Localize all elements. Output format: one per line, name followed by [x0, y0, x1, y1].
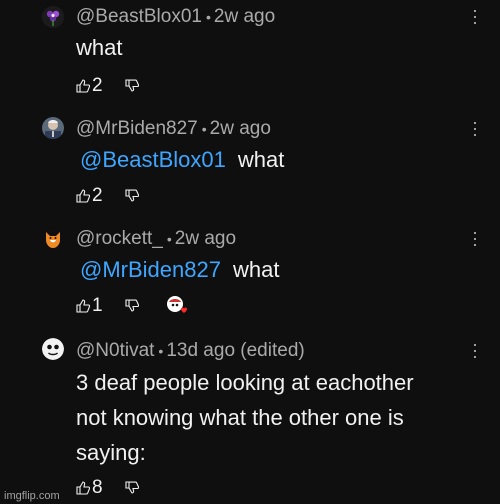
- comment-line: 3 deaf people looking at eachother: [76, 370, 414, 395]
- dislike-icon[interactable]: [125, 79, 139, 93]
- meta-separator: •: [166, 230, 172, 247]
- avatar[interactable]: [42, 117, 64, 139]
- comment-handle[interactable]: @BeastBlox01: [76, 6, 202, 27]
- like-icon[interactable]: [76, 189, 90, 203]
- comment-time[interactable]: 2w ago: [175, 228, 236, 249]
- more-options-icon[interactable]: [472, 232, 478, 246]
- mention-link[interactable]: @MrBiden827: [80, 257, 221, 282]
- like-count: 8: [92, 477, 103, 498]
- meta-separator: •: [205, 8, 211, 25]
- more-options-icon[interactable]: [472, 344, 478, 358]
- comment-body: what: [76, 35, 123, 60]
- comment-text: 3 deaf people looking at eachother not k…: [76, 365, 414, 470]
- person-photo-avatar-icon: [42, 117, 64, 139]
- like-count: 2: [92, 185, 103, 206]
- more-options-icon[interactable]: [472, 122, 478, 136]
- comment-text: what: [76, 32, 122, 64]
- avatar[interactable]: [42, 228, 64, 250]
- comment-body: what: [232, 257, 280, 282]
- avatar[interactable]: [42, 338, 64, 360]
- comment-line: not knowing what the other one is: [76, 405, 404, 430]
- like-count: 1: [92, 295, 103, 316]
- comment-handle[interactable]: @N0tivat: [76, 340, 154, 361]
- comment-line: saying:: [76, 440, 146, 465]
- like-icon[interactable]: [76, 79, 90, 93]
- like-icon[interactable]: [76, 299, 90, 313]
- comment-text: @MrBiden827 what: [76, 254, 279, 286]
- comment-body: what: [237, 147, 285, 172]
- dislike-icon[interactable]: [125, 481, 139, 495]
- comment-meta: @rockett_ • 2w ago: [76, 228, 236, 250]
- dislike-icon[interactable]: [125, 189, 139, 203]
- comment-handle[interactable]: @rockett_: [76, 228, 163, 249]
- comment-actions: 2: [76, 75, 139, 97]
- comment-text: @BeastBlox01 what: [76, 144, 284, 176]
- like-icon[interactable]: [76, 481, 90, 495]
- white-face-avatar-icon: [42, 338, 64, 360]
- comment-meta: @MrBiden827 • 2w ago: [76, 118, 271, 140]
- purple-flower-avatar-icon: [42, 6, 64, 28]
- mention-link[interactable]: @BeastBlox01: [80, 147, 226, 172]
- comment-meta: @BeastBlox01 • 2w ago: [76, 6, 275, 28]
- comment-actions: 1: [76, 295, 139, 317]
- comment-time[interactable]: 2w ago: [210, 118, 271, 139]
- comment-handle[interactable]: @MrBiden827: [76, 118, 198, 139]
- meta-separator: •: [201, 120, 207, 137]
- dislike-icon[interactable]: [125, 299, 139, 313]
- creator-heart-icon: [167, 296, 187, 313]
- imgflip-watermark: imgflip.com: [4, 490, 60, 502]
- comment-actions: 8: [76, 477, 139, 499]
- meta-separator: •: [158, 342, 164, 359]
- orange-cat-avatar-icon: [42, 228, 64, 250]
- avatar[interactable]: [42, 6, 64, 28]
- comment-meta: @N0tivat • 13d ago (edited): [76, 340, 305, 362]
- comment-time[interactable]: 13d ago (edited): [166, 340, 304, 361]
- comment-time[interactable]: 2w ago: [214, 6, 275, 27]
- comment-actions: 2: [76, 185, 139, 207]
- like-count: 2: [92, 75, 103, 96]
- more-options-icon[interactable]: [472, 10, 478, 24]
